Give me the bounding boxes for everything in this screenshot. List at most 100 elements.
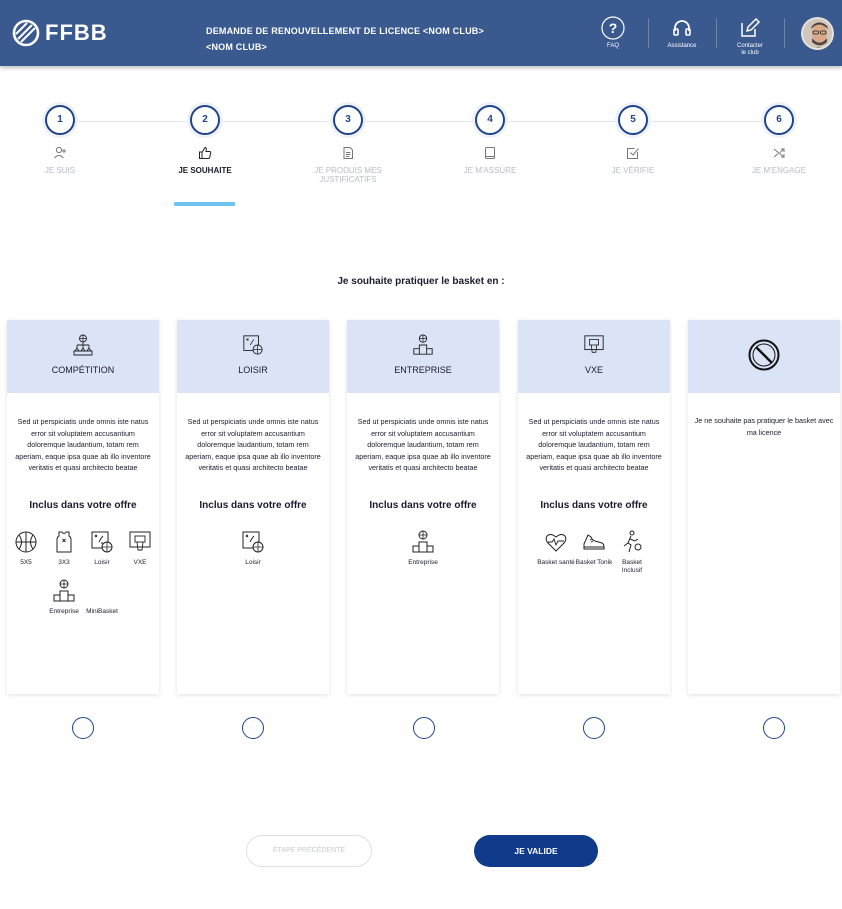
contact-club-button[interactable]: Contacter le club <box>720 16 780 57</box>
hoop-screen-icon <box>129 531 151 550</box>
card-title: VXE <box>584 365 603 375</box>
card-description: Je ne souhaite pas pratiquer le basket a… <box>694 416 834 437</box>
radio-competition[interactable] <box>72 717 94 739</box>
included-item-label: Entreprise <box>49 607 79 615</box>
top-header: FFBB DEMANDE DE RENOUVELLEMENT DE LICENC… <box>0 0 842 66</box>
headphones-icon <box>673 20 691 36</box>
faq-button[interactable]: ? FAQ <box>583 16 643 50</box>
step-number: 1 <box>45 105 75 135</box>
check-square-icon <box>627 148 639 159</box>
included-item-basket-sante: Basket santé <box>537 530 575 575</box>
tactics-board-ball-icon <box>243 335 263 355</box>
player-dribbling-icon <box>623 530 642 552</box>
included-item-label: Loisir <box>245 558 261 566</box>
radio-vxe[interactable] <box>583 717 605 739</box>
book-icon <box>485 147 495 159</box>
step-number: 6 <box>764 105 794 135</box>
shuffle-icon <box>773 148 785 158</box>
step-number: 4 <box>475 105 505 135</box>
step-label: JE SOUHAITE <box>178 166 232 175</box>
user-avatar-icon <box>803 19 832 48</box>
edit-icon <box>741 17 761 37</box>
thumbs-up-icon <box>199 146 212 159</box>
option-card-competition[interactable]: COMPÉTITION Sed ut perspiciatis unde omn… <box>7 320 159 694</box>
step-number: 3 <box>333 105 363 135</box>
card-header: LOISIR <box>177 320 329 393</box>
podium-ball-icon <box>412 530 434 552</box>
included-item-entreprise: Entreprise <box>45 579 83 616</box>
podium-ball-icon <box>413 334 433 355</box>
card-description: Sed ut perspiciatis unde omnis iste natu… <box>185 417 321 472</box>
included-item-3x3: 3X3 <box>45 530 83 567</box>
included-title: Inclus dans votre offre <box>540 499 648 511</box>
step-label: JE M'ASSURE <box>463 166 517 175</box>
step-label: JE M'ENGAGE <box>752 166 806 175</box>
step-je-suis[interactable]: 1 JE SUIS <box>0 105 125 175</box>
previous-step-button[interactable]: ÉTAPE PRÉCÉDENTE <box>246 835 372 867</box>
option-card-loisir[interactable]: LOISIR Sed ut perspiciatis unde omnis is… <box>177 320 329 694</box>
step-je-verifie[interactable]: 5 JE VÉRIFIE <box>568 105 698 175</box>
tactics-board-ball-icon <box>91 531 113 552</box>
prohibited-icon <box>748 339 780 371</box>
heart-pulse-icon <box>545 533 567 552</box>
ffbb-logo[interactable]: FFBB <box>12 18 108 48</box>
user-add-icon <box>54 146 66 159</box>
option-card-entreprise[interactable]: ENTREPRISE Sed ut perspiciatis unde omni… <box>347 320 499 694</box>
step-number: 2 <box>190 105 220 135</box>
basketball-icon <box>15 531 37 552</box>
card-header: VXE <box>518 320 670 393</box>
avatar[interactable] <box>801 17 834 50</box>
included-item-label: Basket Inclusif <box>621 558 643 574</box>
option-card-vxe[interactable]: VXE Sed ut perspiciatis unde omnis iste … <box>518 320 670 694</box>
included-list: 5X5 3X3 Loisir VXE Entreprise MiniBasket <box>7 530 159 628</box>
question-icon: ? <box>601 16 625 40</box>
validate-button[interactable]: JE VALIDE <box>474 835 598 867</box>
card-title: LOISIR <box>238 365 268 375</box>
active-step-indicator <box>174 202 235 206</box>
step-label: JE SUIS <box>44 166 76 175</box>
faq-label: FAQ <box>606 43 619 49</box>
header-divider <box>784 18 785 48</box>
included-item-label: 5X5 <box>20 558 32 566</box>
jersey-icon <box>56 531 72 552</box>
included-item-minibasket: MiniBasket <box>83 579 121 616</box>
step-je-produis[interactable]: 3 JE PRODUIS MES JUSTIFICATIFS <box>283 105 413 184</box>
step-label: JE PRODUIS MES JUSTIFICATIFS <box>314 166 382 184</box>
card-header <box>688 320 840 393</box>
card-title: COMPÉTITION <box>51 365 115 375</box>
page-title-line2: <NOM CLUB> <box>206 42 268 52</box>
included-list: Entreprise <box>347 530 499 579</box>
included-item-label: Loisir <box>94 558 110 566</box>
included-title: Inclus dans votre offre <box>369 499 477 511</box>
step-je-souhaite[interactable]: 2 JE SOUHAITE <box>140 105 270 175</box>
card-header: COMPÉTITION <box>7 320 159 393</box>
ffbb-ball-icon <box>12 19 40 47</box>
included-item-basket-inclusif: Basket Inclusif <box>613 530 651 575</box>
included-list: Loisir <box>177 530 329 579</box>
included-item-label: 3X3 <box>58 558 70 566</box>
included-item-label: Basket Tonik <box>575 558 613 566</box>
option-card-no-practice[interactable]: Je ne souhaite pas pratiquer le basket a… <box>688 320 840 694</box>
included-item-label: MiniBasket <box>86 607 118 615</box>
step-je-m-engage[interactable]: 6 JE M'ENGAGE <box>714 105 842 175</box>
included-item-label: VXE <box>133 558 147 566</box>
page-title-line1: DEMANDE DE RENOUVELLEMENT DE LICENCE <NO… <box>206 26 484 36</box>
question-heading: Je souhaite pratiquer le basket en : <box>337 276 505 287</box>
step-number: 5 <box>618 105 648 135</box>
radio-loisir[interactable] <box>242 717 264 739</box>
logo-text: FFBB <box>45 20 108 45</box>
radio-entreprise[interactable] <box>413 717 435 739</box>
assistance-button[interactable]: Assistance <box>652 16 712 50</box>
document-icon <box>343 147 353 159</box>
card-description: Sed ut perspiciatis unde omnis iste natu… <box>15 417 151 472</box>
radio-no-practice[interactable] <box>763 717 785 739</box>
included-item-label: Entreprise <box>408 558 438 566</box>
podium-ball-icon <box>53 579 75 601</box>
included-item-loisir: Loisir <box>83 530 121 567</box>
included-title: Inclus dans votre offre <box>29 499 137 511</box>
sneaker-icon <box>583 533 605 549</box>
included-list: Basket santé Basket Tonik Basket Inclusi… <box>518 530 670 587</box>
step-je-m-assure[interactable]: 4 JE M'ASSURE <box>425 105 555 175</box>
header-divider <box>648 18 649 48</box>
